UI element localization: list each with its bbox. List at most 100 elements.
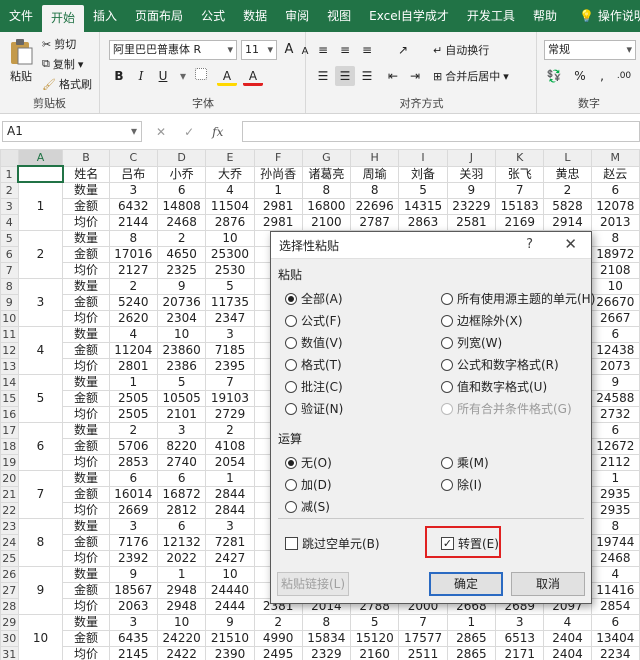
cell[interactable]: 2876 <box>205 213 255 231</box>
cell[interactable]: 23860 <box>156 341 207 359</box>
cell[interactable]: 数量 <box>62 613 110 631</box>
decimal-icon[interactable]: .00 <box>614 66 634 86</box>
cell[interactable]: 2013 <box>590 213 640 231</box>
cell[interactable]: 2073 <box>590 357 640 375</box>
group-id-cell[interactable]: 6 <box>17 421 64 471</box>
cell[interactable]: 20736 <box>156 293 207 311</box>
group-id-cell[interactable]: 3 <box>17 277 64 327</box>
cell[interactable]: 11504 <box>205 197 255 215</box>
cell[interactable]: 8 <box>108 229 158 247</box>
cell[interactable]: 6 <box>590 181 640 199</box>
cell[interactable]: 10 <box>156 325 207 343</box>
cell[interactable]: 均价 <box>62 645 110 660</box>
cell[interactable]: 5706 <box>108 437 158 455</box>
cell[interactable]: 小乔 <box>156 165 207 183</box>
column-header[interactable]: B <box>62 149 110 167</box>
row-header[interactable]: 26 <box>0 565 19 583</box>
bold-button[interactable]: B <box>109 66 129 86</box>
row-header[interactable]: 5 <box>0 229 19 247</box>
cell[interactable]: 2404 <box>543 629 592 647</box>
cell[interactable]: 2844 <box>205 501 255 519</box>
cell[interactable]: 数量 <box>62 181 110 199</box>
cell[interactable]: 2063 <box>108 597 158 615</box>
ok-button[interactable]: 确定 <box>429 572 503 596</box>
tab-3[interactable]: 页面布局 <box>126 0 192 32</box>
currency-icon[interactable]: 💱 <box>544 66 564 86</box>
operation-radio[interactable]: 减(S) <box>285 498 330 515</box>
cell[interactable]: 5 <box>398 181 448 199</box>
cell[interactable]: 诸葛亮 <box>301 165 352 183</box>
group-id-cell[interactable]: 1 <box>17 181 64 231</box>
cell[interactable]: 12672 <box>590 437 640 455</box>
cell[interactable]: 24440 <box>205 581 255 599</box>
cell[interactable]: 24220 <box>156 629 207 647</box>
number-format-select[interactable]: 常规 <box>544 40 636 60</box>
cell[interactable]: 3 <box>495 613 545 631</box>
cell[interactable]: 2422 <box>156 645 207 660</box>
row-header[interactable]: 27 <box>0 581 19 599</box>
group-id-cell[interactable]: 4 <box>17 325 64 375</box>
row-header[interactable]: 31 <box>0 645 19 660</box>
cell[interactable]: 2981 <box>253 213 303 231</box>
tab-10[interactable]: 帮助 <box>524 0 566 32</box>
cell[interactable]: 2853 <box>108 453 158 471</box>
row-header[interactable]: 13 <box>0 357 19 375</box>
cell[interactable]: 4 <box>108 325 158 343</box>
column-header[interactable]: D <box>156 149 207 167</box>
tab-4[interactable]: 公式 <box>192 0 234 32</box>
skip-blanks-checkbox[interactable]: 跳过空单元(B) <box>285 535 380 552</box>
row-header[interactable]: 1 <box>0 165 19 183</box>
indent-decrease-icon[interactable]: ⇤ <box>383 66 403 86</box>
row-header[interactable]: 16 <box>0 405 19 423</box>
font-color-button[interactable]: A <box>243 66 263 86</box>
cell[interactable]: 数量 <box>62 517 110 535</box>
cell[interactable]: 2732 <box>590 405 640 423</box>
cell[interactable]: 10 <box>156 613 207 631</box>
cell[interactable]: 26670 <box>590 293 640 311</box>
paste-option-radio[interactable]: 公式(F) <box>285 312 341 329</box>
cell[interactable]: 7 <box>398 613 448 631</box>
cell[interactable]: 6432 <box>108 197 158 215</box>
cell[interactable]: 2 <box>543 181 592 199</box>
row-header[interactable]: 17 <box>0 421 19 439</box>
percent-icon[interactable]: % <box>570 66 590 86</box>
cell[interactable]: 3 <box>108 517 158 535</box>
cell[interactable]: 6 <box>156 181 207 199</box>
cancel-button[interactable]: 取消 <box>511 572 585 596</box>
paste-option-radio[interactable]: 格式(T) <box>285 356 342 373</box>
cell[interactable]: 1 <box>108 373 158 391</box>
cell[interactable]: 1 <box>253 181 303 199</box>
align-center-icon[interactable]: ☰ <box>335 66 355 86</box>
paste-option-radio[interactable]: 值和数字格式(U) <box>441 378 547 395</box>
cell[interactable]: 金额 <box>62 197 110 215</box>
cell[interactable]: 5 <box>205 277 255 295</box>
cell[interactable]: 大乔 <box>205 165 255 183</box>
cell[interactable]: 11416 <box>590 581 640 599</box>
cell[interactable]: 2787 <box>350 213 400 231</box>
paste-option-radio[interactable]: 所有使用源主题的单元(H) <box>441 290 595 307</box>
row-header[interactable]: 18 <box>0 437 19 455</box>
column-header[interactable]: C <box>108 149 158 167</box>
cell[interactable]: 9 <box>156 277 207 295</box>
cell[interactable]: 金额 <box>62 485 110 503</box>
cell[interactable]: 张飞 <box>495 165 545 183</box>
help-icon[interactable]: ? <box>526 237 533 252</box>
cell[interactable]: 2667 <box>590 309 640 327</box>
column-header[interactable]: F <box>253 149 303 167</box>
cell[interactable]: 10505 <box>156 389 207 407</box>
operation-radio[interactable]: 加(D) <box>285 476 332 493</box>
cell[interactable]: 7176 <box>108 533 158 551</box>
paste-option-radio[interactable]: 所有合并条件格式(G) <box>441 400 572 417</box>
cell[interactable]: 姓名 <box>62 165 110 183</box>
cell[interactable]: 2160 <box>350 645 400 660</box>
cell[interactable]: 2740 <box>156 453 207 471</box>
paste-button[interactable]: 粘贴 <box>8 38 34 84</box>
cell[interactable]: 2 <box>205 421 255 439</box>
cell[interactable]: 3 <box>205 325 255 343</box>
row-header[interactable]: 24 <box>0 533 19 551</box>
cell[interactable]: 5240 <box>108 293 158 311</box>
cell[interactable]: 1 <box>205 469 255 487</box>
cell[interactable]: 数量 <box>62 229 110 247</box>
cell[interactable]: 2 <box>156 229 207 247</box>
cell[interactable]: 3 <box>205 517 255 535</box>
